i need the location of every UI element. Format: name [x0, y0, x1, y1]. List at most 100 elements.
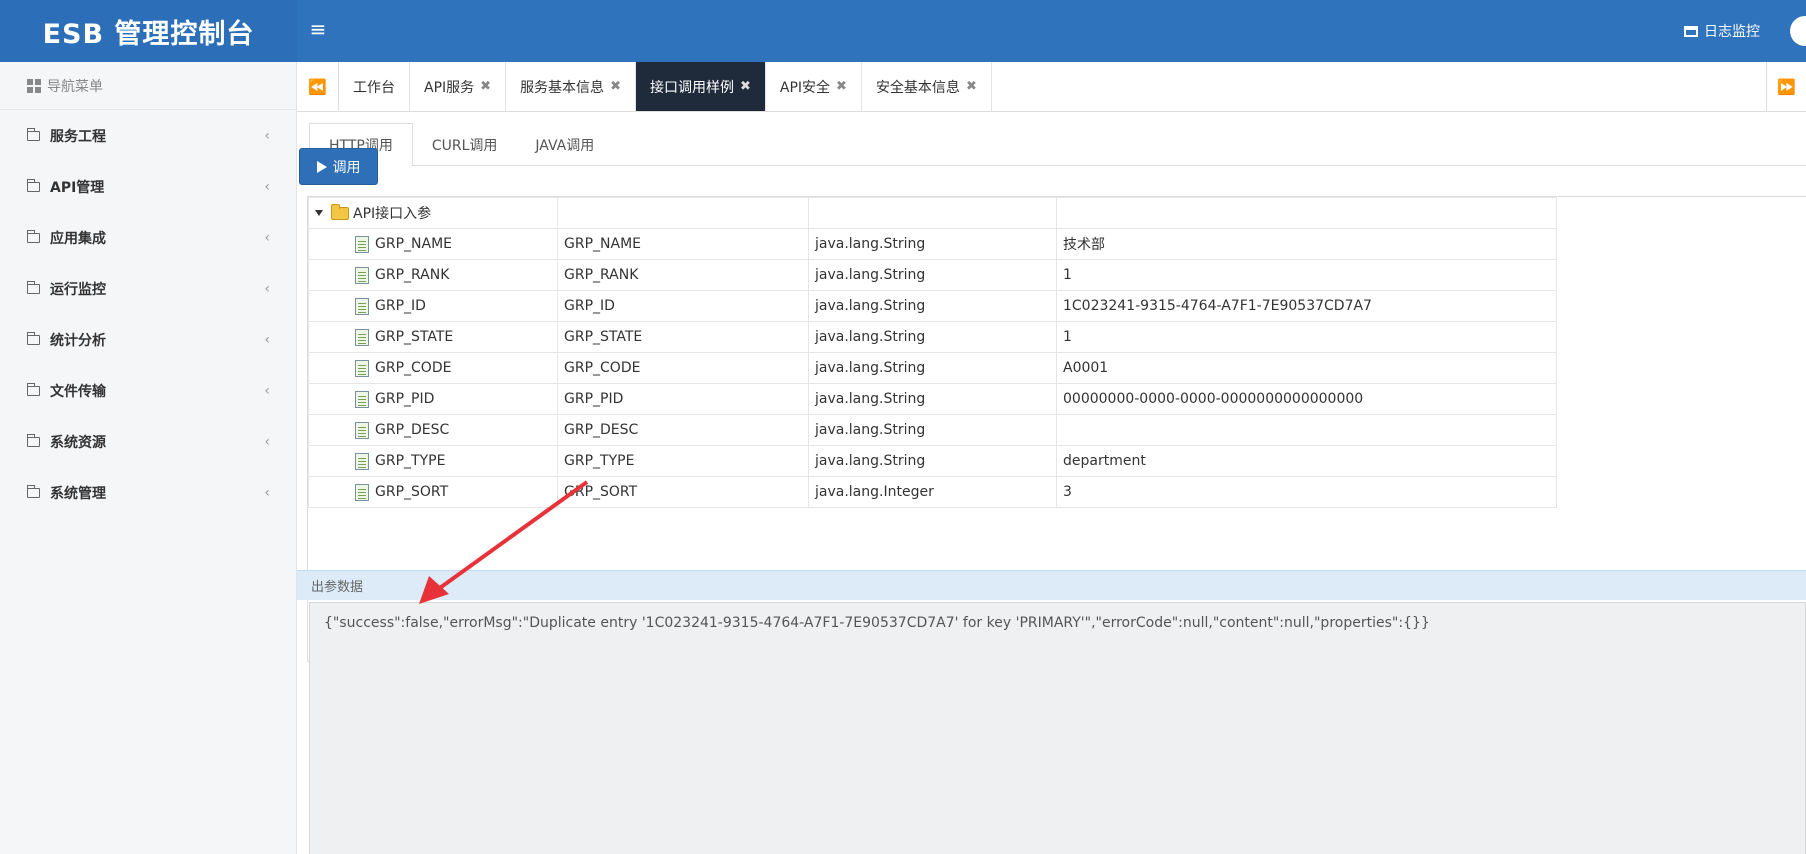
- close-icon[interactable]: ✖: [740, 79, 751, 94]
- output-data-box[interactable]: {"success":false,"errorMsg":"Duplicate e…: [309, 602, 1806, 854]
- tab-scroll-left-icon[interactable]: ⏪: [297, 62, 339, 111]
- monitor-icon: [1684, 25, 1698, 37]
- folder-icon: [27, 178, 40, 192]
- sidebar-item[interactable]: 应用集成 ‹: [0, 212, 296, 263]
- document-icon: [355, 421, 369, 439]
- param-value[interactable]: 00000000-0000-0000-0000000000000000: [1056, 383, 1557, 415]
- chevron-left-icon: ‹: [264, 331, 270, 348]
- param-value[interactable]: department: [1056, 445, 1557, 477]
- table-row[interactable]: GRP_ID GRP_ID java.lang.String 1C023241-931…: [308, 290, 1557, 322]
- top-header: ESB 管理控制台 ≡ 日志监控: [0, 0, 1806, 62]
- param-type: java.lang.String: [808, 352, 1057, 384]
- invoke-button-label: 调用: [332, 159, 361, 176]
- tab-list: 工作台 API服务 ✖ 服务基本信息 ✖ 接口调用样例 ✖ API安全 ✖ 安全基本信息 ✖: [339, 62, 992, 111]
- tab[interactable]: API安全 ✖: [766, 62, 862, 111]
- document-icon: [355, 266, 369, 284]
- sidebar-item[interactable]: 系统资源 ‹: [0, 416, 296, 467]
- subtab[interactable]: JAVA调用: [516, 123, 613, 166]
- close-icon[interactable]: ✖: [480, 79, 491, 94]
- expand-triangle-icon[interactable]: [315, 210, 323, 216]
- subtab[interactable]: CURL调用: [413, 123, 517, 166]
- param-name: GRP_RANK: [375, 267, 450, 283]
- sidebar-item[interactable]: 运行监控 ‹: [0, 263, 296, 314]
- close-icon[interactable]: ✖: [966, 79, 977, 94]
- param-name: GRP_DESC: [375, 422, 450, 438]
- invoke-mode-tabs: HTTP调用 CURL调用 JAVA调用: [309, 123, 1806, 167]
- param-code: GRP_TYPE: [557, 445, 809, 477]
- tab-label: API安全: [779, 79, 831, 96]
- param-type: java.lang.String: [808, 321, 1057, 353]
- tab[interactable]: 工作台: [339, 62, 410, 111]
- tab-label: 服务基本信息: [520, 79, 605, 96]
- sidebar-item-label: 应用集成: [50, 230, 106, 247]
- tree-root-row[interactable]: API接口入参: [308, 197, 1557, 229]
- grid-icon: [27, 78, 41, 93]
- param-value[interactable]: A0001: [1056, 352, 1557, 384]
- menu-toggle-icon[interactable]: ≡: [306, 16, 330, 42]
- tab[interactable]: 服务基本信息 ✖: [506, 62, 636, 111]
- chevron-left-icon: ‹: [264, 433, 270, 450]
- table-row[interactable]: GRP_SORT GRP_SORT java.lang.Integer 3: [308, 476, 1557, 508]
- folder-icon: [27, 127, 40, 141]
- param-value[interactable]: 3: [1056, 476, 1557, 508]
- param-name: GRP_PID: [375, 391, 435, 407]
- document-icon: [355, 235, 369, 253]
- sidebar-item-label: 文件传输: [50, 383, 106, 400]
- sidebar-item-label: 系统资源: [50, 434, 106, 451]
- invoke-button[interactable]: 调用: [299, 148, 378, 185]
- chevron-left-icon: ‹: [264, 382, 270, 399]
- table-row[interactable]: GRP_DESC GRP_DESC java.lang.String: [308, 414, 1557, 446]
- table-row[interactable]: GRP_PID GRP_PID java.lang.String 00000000-0…: [308, 383, 1557, 415]
- sidebar-item[interactable]: 服务工程 ‹: [0, 110, 296, 161]
- param-value[interactable]: 1: [1056, 321, 1557, 353]
- brand-title: ESB 管理控制台: [0, 0, 297, 62]
- param-type: java.lang.String: [808, 290, 1057, 322]
- chevron-left-icon: ‹: [264, 178, 270, 195]
- table-row[interactable]: GRP_STATE GRP_STATE java.lang.String 1: [308, 321, 1557, 353]
- tab[interactable]: API服务 ✖: [410, 62, 507, 111]
- sidebar-item[interactable]: 统计分析 ‹: [0, 314, 296, 365]
- document-icon: [355, 359, 369, 377]
- param-value[interactable]: 技术部: [1056, 228, 1557, 260]
- tab[interactable]: 安全基本信息 ✖: [862, 62, 992, 111]
- log-monitor-link[interactable]: 日志监控: [1684, 18, 1760, 44]
- param-name: GRP_STATE: [375, 329, 454, 345]
- sidebar-item[interactable]: 文件传输 ‹: [0, 365, 296, 416]
- table-row[interactable]: GRP_RANK GRP_RANK java.lang.String 1: [308, 259, 1557, 291]
- tab-label: 工作台: [353, 79, 395, 96]
- param-value[interactable]: 1: [1056, 259, 1557, 291]
- nav-list: 服务工程 ‹ API管理 ‹ 应用集成 ‹ 运行监控 ‹ 统计分析 ‹ 文件传输 ‹ 系统资源 ‹ 系统管理…: [0, 110, 296, 518]
- param-code: GRP_ID: [557, 290, 809, 322]
- param-type: java.lang.String: [808, 383, 1057, 415]
- sidebar-item[interactable]: 系统管理 ‹: [0, 467, 296, 518]
- table-row[interactable]: GRP_CODE GRP_CODE java.lang.String A0001: [308, 352, 1557, 384]
- close-icon[interactable]: ✖: [610, 79, 621, 94]
- folder-open-icon: [331, 203, 349, 220]
- document-icon: [355, 390, 369, 408]
- chevron-left-icon: ‹: [264, 127, 270, 144]
- document-icon: [355, 328, 369, 346]
- param-name: GRP_CODE: [375, 360, 452, 376]
- tab-scroll-right-icon[interactable]: ⏩: [1766, 62, 1806, 111]
- tab[interactable]: 接口调用样例 ✖: [635, 62, 766, 111]
- sidebar-item[interactable]: API管理 ‹: [0, 161, 296, 212]
- avatar[interactable]: [1790, 16, 1806, 46]
- table-row[interactable]: GRP_NAME GRP_NAME java.lang.String 技术部: [308, 228, 1557, 260]
- nav-menu-title: 导航菜单: [47, 78, 103, 95]
- output-title: 出参数据: [311, 580, 364, 595]
- folder-icon: [27, 331, 40, 345]
- param-value[interactable]: 1C023241-9315-4764-A7F1-7E90537CD7A7: [1056, 290, 1557, 322]
- tab-label: 接口调用样例: [649, 79, 734, 96]
- sidebar-item-label: API管理: [50, 179, 105, 196]
- tree-root-label: API接口入参: [353, 206, 432, 222]
- sidebar-item-label: 服务工程: [50, 128, 106, 145]
- param-value[interactable]: [1056, 414, 1557, 446]
- play-icon: [316, 160, 327, 173]
- param-type: java.lang.String: [808, 259, 1057, 291]
- tab-label: API服务: [424, 79, 475, 96]
- output-json-text: {"success":false,"errorMsg":"Duplicate e…: [324, 615, 1430, 631]
- close-icon[interactable]: ✖: [836, 79, 847, 94]
- table-row[interactable]: GRP_TYPE GRP_TYPE java.lang.String departme…: [308, 445, 1557, 477]
- chevron-left-icon: ‹: [264, 484, 270, 501]
- folder-icon: [27, 433, 40, 447]
